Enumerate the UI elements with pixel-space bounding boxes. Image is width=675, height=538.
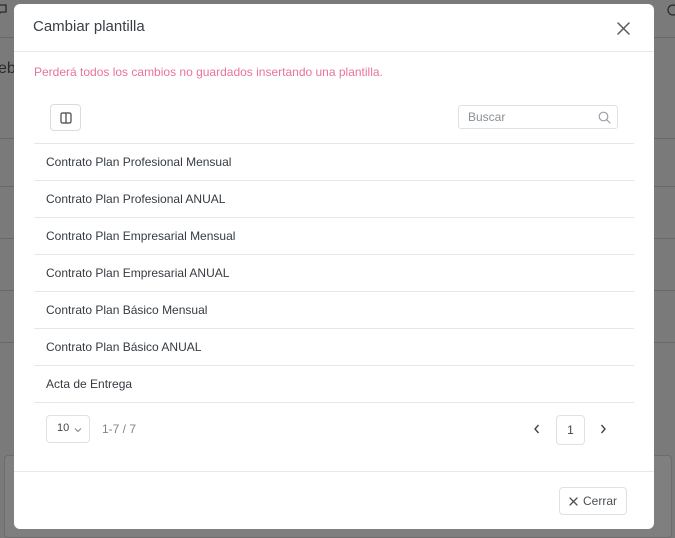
search-input[interactable]	[459, 106, 593, 128]
columns-icon	[59, 111, 72, 124]
list-item[interactable]: Contrato Plan Profesional ANUAL	[34, 181, 634, 218]
list-item[interactable]: Acta de Entrega	[34, 366, 634, 403]
list-item[interactable]: Contrato Plan Empresarial Mensual	[34, 218, 634, 255]
close-dialog-label: Cerrar	[582, 494, 617, 508]
chevron-down-icon	[74, 428, 82, 433]
template-list: Contrato Plan Profesional Mensual Contra…	[34, 143, 634, 403]
search-icon	[598, 111, 611, 124]
close-dialog-button[interactable]: Cerrar	[559, 487, 627, 515]
pagination-range: 1-7 / 7	[102, 422, 137, 436]
list-item[interactable]: Contrato Plan Básico ANUAL	[34, 329, 634, 366]
change-template-dialog: Cambiar plantilla Perderá todos los camb…	[14, 4, 654, 529]
previous-page-button[interactable]	[529, 421, 545, 437]
page-size-select[interactable]: 10	[46, 415, 90, 443]
list-item[interactable]: Contrato Plan Básico Mensual	[34, 292, 634, 329]
list-item[interactable]: Contrato Plan Profesional Mensual	[34, 144, 634, 181]
dialog-header: Cambiar plantilla	[14, 4, 654, 52]
chevron-left-icon	[534, 424, 540, 434]
dialog-title: Cambiar plantilla	[33, 18, 145, 35]
dialog-footer: Cerrar	[14, 471, 654, 529]
next-page-button[interactable]	[595, 421, 611, 437]
search-field[interactable]	[458, 105, 618, 129]
close-icon	[616, 21, 630, 35]
chevron-right-icon	[600, 424, 606, 434]
close-icon	[569, 496, 578, 506]
columns-toggle-button[interactable]	[50, 104, 81, 131]
close-button[interactable]	[612, 17, 634, 39]
unsaved-changes-warning: Perderá todos los cambios no guardados i…	[34, 65, 383, 79]
list-item[interactable]: Contrato Plan Empresarial ANUAL	[34, 255, 634, 292]
page-size-value: 10	[57, 422, 70, 434]
current-page-button[interactable]: 1	[556, 415, 585, 445]
